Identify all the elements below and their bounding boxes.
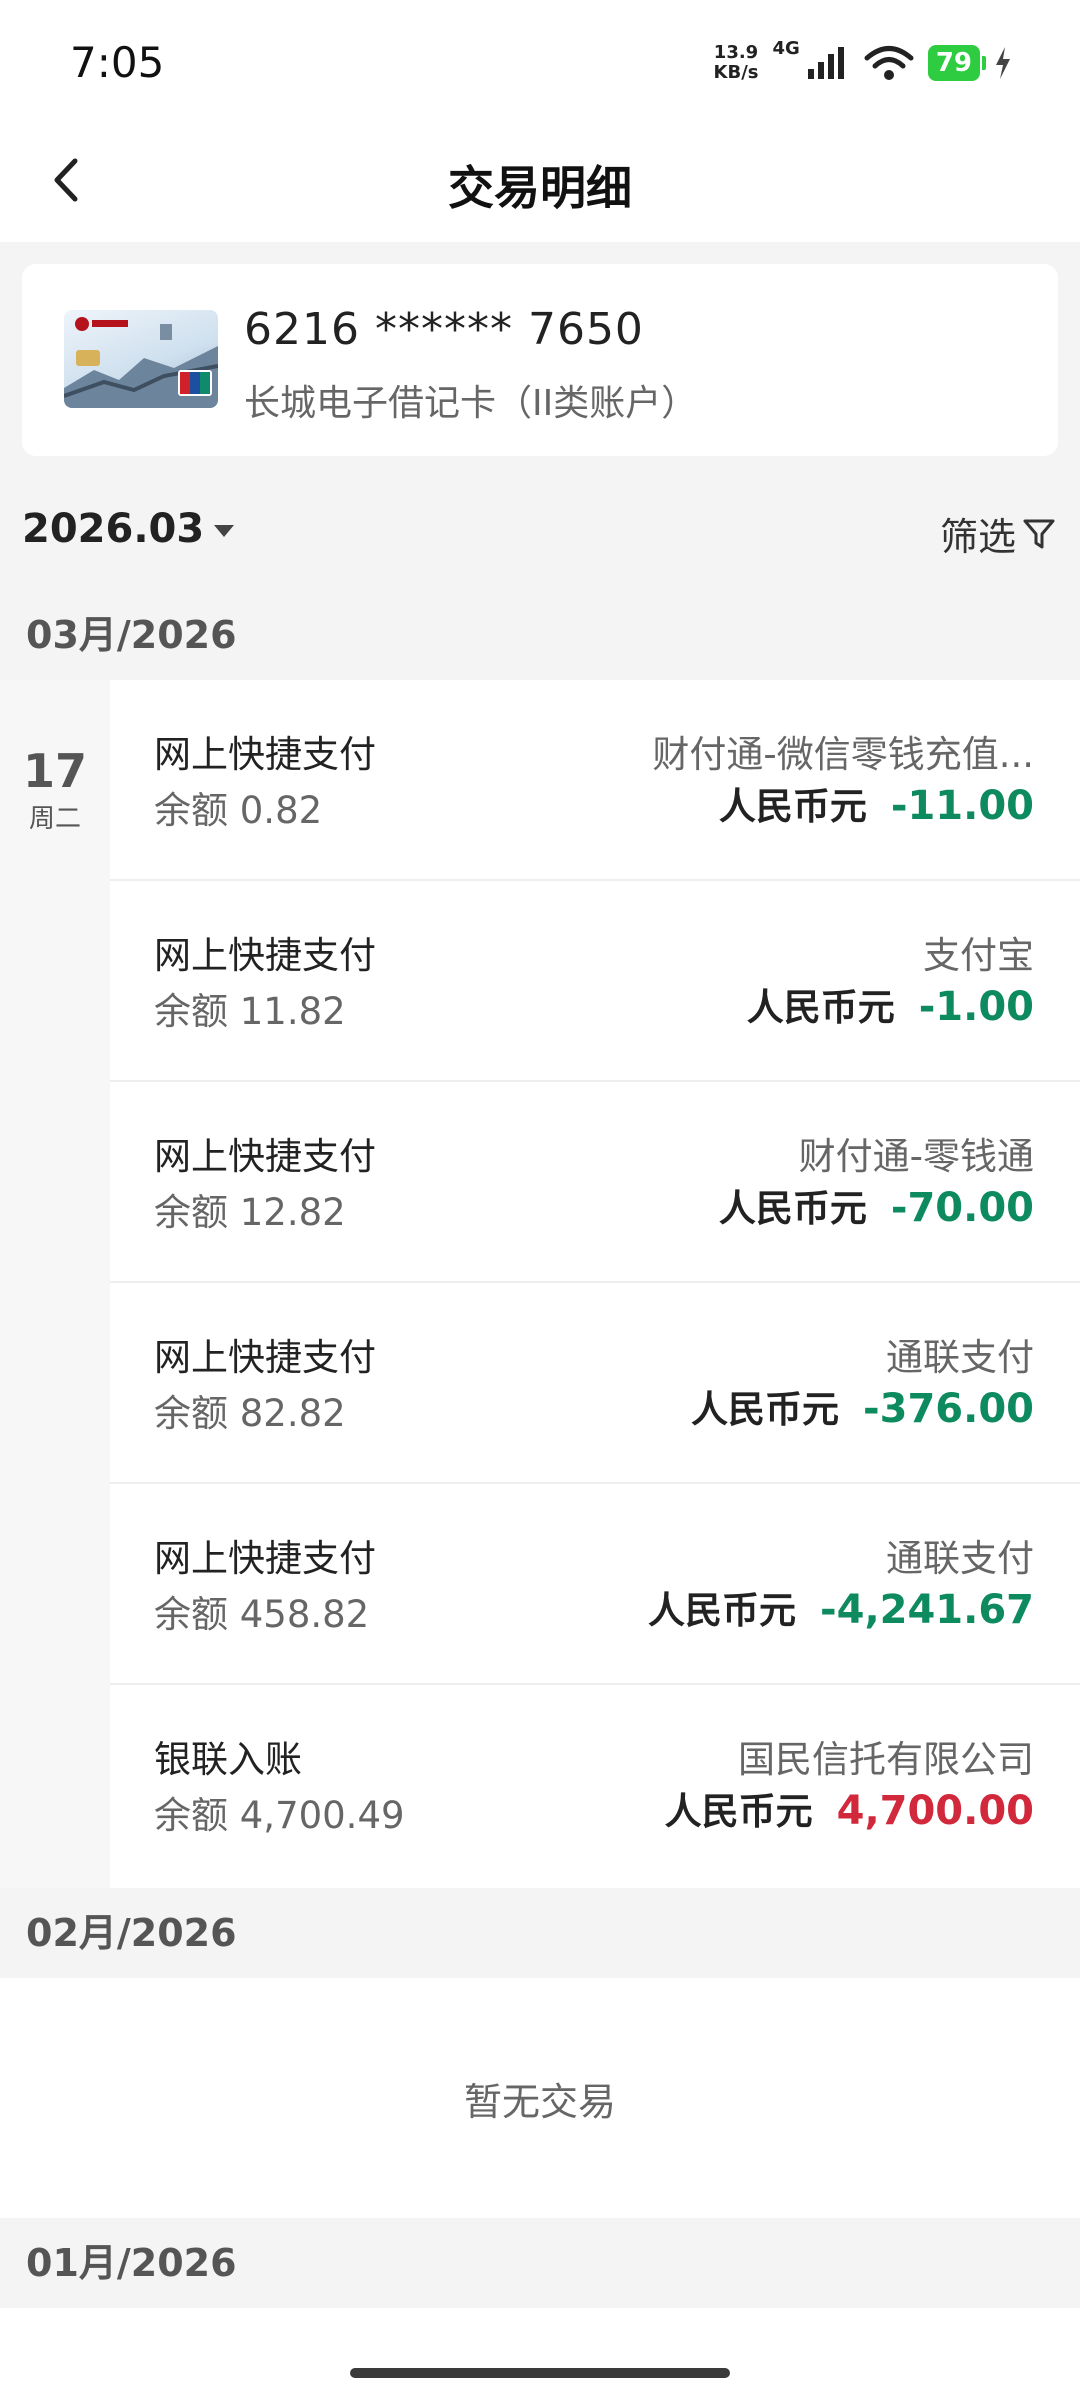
network-speed-value: 13.9 bbox=[713, 42, 759, 63]
home-indicator[interactable] bbox=[350, 2368, 730, 2378]
transaction-amount-line: 人民币元 -1.00 bbox=[747, 977, 1034, 1031]
transaction-amount-line: 人民币元 -4,241.67 bbox=[648, 1580, 1034, 1634]
transaction-type: 网上快捷支付 bbox=[154, 733, 376, 776]
caret-down-icon bbox=[214, 525, 235, 537]
status-time: 7:05 bbox=[70, 38, 165, 87]
app-header: 交易明细 bbox=[0, 120, 1080, 242]
date-column: 17 周二 bbox=[0, 680, 110, 1888]
filter-button[interactable]: 筛选 bbox=[940, 506, 1056, 561]
transaction-counterparty: 通联支付 bbox=[886, 1336, 1034, 1379]
transaction-currency: 人民币元 bbox=[718, 1187, 867, 1230]
transaction-type: 银联入账 bbox=[154, 1738, 302, 1781]
transaction-currency: 人民币元 bbox=[691, 1388, 840, 1431]
account-card[interactable]: 6216 ****** 7650 长城电子借记卡（II类账户） bbox=[22, 264, 1058, 456]
date-weekday: 周二 bbox=[28, 804, 81, 834]
network-speed: 13.9 KB/s bbox=[714, 43, 759, 83]
transaction-type: 网上快捷支付 bbox=[154, 934, 376, 977]
wifi-icon bbox=[864, 46, 914, 80]
transaction-row[interactable]: 网上快捷支付 余额 82.82 通联支付 人民币元 -376.00 bbox=[110, 1283, 1080, 1484]
bank-card-image bbox=[64, 310, 218, 408]
month-header: 03月/2026 bbox=[0, 590, 1080, 680]
transaction-currency: 人民币元 bbox=[648, 1589, 797, 1632]
transaction-currency: 人民币元 bbox=[664, 1790, 813, 1833]
transaction-amount: 4,700.00 bbox=[836, 1788, 1034, 1834]
battery-indicator: 79 bbox=[927, 45, 987, 81]
transaction-amount-line: 人民币元 -70.00 bbox=[719, 1178, 1034, 1232]
status-bar: 7:05 13.9 KB/s 4G 79 bbox=[0, 0, 1080, 120]
transaction-type: 网上快捷支付 bbox=[154, 1537, 376, 1580]
period-filter-bar: 2026.03 筛选 bbox=[0, 480, 1080, 590]
network-speed-unit: KB/s bbox=[713, 62, 759, 83]
transaction-balance: 余额 458.82 bbox=[154, 1593, 370, 1636]
funnel-icon bbox=[1023, 519, 1055, 548]
transaction-balance: 余额 4,700.49 bbox=[154, 1794, 405, 1837]
transaction-counterparty: 国民信托有限公司 bbox=[738, 1738, 1034, 1781]
transaction-balance: 余额 11.82 bbox=[154, 990, 346, 1033]
transaction-amount-line: 人民币元 -11.00 bbox=[719, 776, 1034, 830]
transaction-amount-line: 人民币元 4,700.00 bbox=[665, 1781, 1034, 1835]
transaction-counterparty: 通联支付 bbox=[886, 1537, 1034, 1580]
empty-state: 暂无交易 bbox=[0, 1978, 1080, 2218]
period-value: 2026.03 bbox=[22, 506, 205, 552]
transaction-list: 网上快捷支付 余额 0.82 财付通-微信零钱充值... 人民币元 -11.00… bbox=[110, 680, 1080, 1888]
transaction-currency: 人民币元 bbox=[718, 785, 867, 828]
transaction-row[interactable]: 网上快捷支付 余额 0.82 财付通-微信零钱充值... 人民币元 -11.00 bbox=[110, 680, 1080, 881]
bottom-area bbox=[0, 2308, 1080, 2400]
date-day: 17 bbox=[22, 744, 87, 798]
transaction-counterparty: 财付通-微信零钱充值... bbox=[652, 733, 1034, 776]
status-icons: 13.9 KB/s 4G 79 bbox=[714, 38, 1012, 88]
transaction-row[interactable]: 网上快捷支付 余额 12.82 财付通-零钱通 人民币元 -70.00 bbox=[110, 1082, 1080, 1283]
transaction-amount: -4,241.67 bbox=[820, 1587, 1034, 1633]
transaction-currency: 人民币元 bbox=[746, 986, 895, 1029]
transaction-balance: 余额 0.82 bbox=[154, 789, 323, 832]
empty-state-text: 暂无交易 bbox=[463, 2079, 616, 2124]
transaction-amount: -376.00 bbox=[863, 1386, 1034, 1432]
transaction-amount-line: 人民币元 -376.00 bbox=[691, 1379, 1034, 1433]
card-number: 6216 ****** 7650 bbox=[244, 304, 644, 355]
transaction-amount: -1.00 bbox=[918, 984, 1034, 1030]
transaction-counterparty: 财付通-零钱通 bbox=[798, 1135, 1034, 1178]
card-type: 长城电子借记卡（II类账户） bbox=[244, 383, 698, 424]
transaction-balance: 余额 82.82 bbox=[154, 1392, 346, 1435]
transaction-counterparty: 支付宝 bbox=[923, 934, 1034, 977]
transaction-row[interactable]: 网上快捷支付 余额 458.82 通联支付 人民币元 -4,241.67 bbox=[110, 1484, 1080, 1685]
transaction-type: 网上快捷支付 bbox=[154, 1336, 376, 1379]
filter-label: 筛选 bbox=[939, 515, 1016, 559]
signal-icon bbox=[807, 47, 844, 79]
date-group: 17 周二 网上快捷支付 余额 0.82 财付通-微信零钱充值... 人民币元 … bbox=[0, 680, 1080, 1888]
month-header: 01月/2026 bbox=[0, 2218, 1080, 2308]
transaction-row[interactable]: 银联入账 余额 4,700.49 国民信托有限公司 人民币元 4,700.00 bbox=[110, 1685, 1080, 1886]
month-header: 02月/2026 bbox=[0, 1888, 1080, 1978]
transaction-type: 网上快捷支付 bbox=[154, 1135, 376, 1178]
period-selector[interactable]: 2026.03 bbox=[22, 506, 235, 552]
great-wall-card-illustration bbox=[64, 317, 218, 408]
transaction-amount: -11.00 bbox=[890, 783, 1034, 829]
transaction-balance: 余额 12.82 bbox=[154, 1191, 346, 1234]
network-type: 4G bbox=[772, 38, 800, 59]
charging-icon bbox=[996, 47, 1010, 79]
page-title: 交易明细 bbox=[448, 161, 632, 215]
transaction-row[interactable]: 网上快捷支付 余额 11.82 支付宝 人民币元 -1.00 bbox=[110, 881, 1080, 1082]
transaction-amount: -70.00 bbox=[890, 1185, 1034, 1231]
